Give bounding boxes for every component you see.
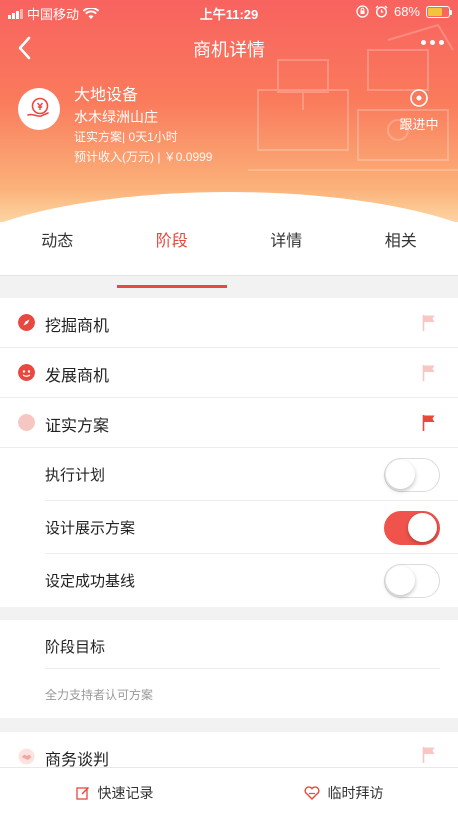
company-subtitle: 水木绿洲山庄: [74, 109, 158, 125]
avatar: [18, 88, 60, 130]
target-icon: [410, 89, 428, 107]
temp-visit-label: 临时拜访: [327, 784, 384, 801]
growth-icon: [18, 364, 35, 381]
task-row: 设计展示方案: [45, 501, 458, 554]
navbar: 商机详情: [0, 28, 458, 68]
more-dots-icon[interactable]: [421, 40, 444, 45]
heart-visit-icon: [304, 785, 319, 800]
tab-related[interactable]: 相关: [344, 222, 458, 275]
orientation-lock-icon: [356, 5, 369, 18]
task-label: 执行计划: [45, 467, 106, 484]
flag-icon: [422, 747, 435, 763]
task-row: 执行计划: [45, 448, 458, 501]
tab-label: 相关: [384, 233, 417, 250]
stage-row-develop[interactable]: 发展商机: [0, 348, 458, 398]
stage-label: 证实方案: [45, 418, 110, 435]
stage-row-explore[interactable]: 挖掘商机: [0, 298, 458, 348]
task-toggle[interactable]: [384, 511, 440, 545]
follow-status-button[interactable]: 跟进中: [398, 88, 440, 133]
tab-activity[interactable]: 动态: [0, 222, 115, 275]
follow-status-label: 跟进中: [399, 117, 439, 132]
task-label: 设计展示方案: [45, 520, 136, 537]
tab-details[interactable]: 详情: [229, 222, 344, 275]
flag-active-icon: [422, 415, 435, 431]
stage-goal: 阶段目标 全力支持者认可方案: [0, 620, 458, 718]
divider: [45, 668, 440, 669]
task-label: 设定成功基线: [45, 573, 136, 590]
task-toggle[interactable]: [384, 458, 440, 492]
tab-bar: 动态 阶段 详情 相关: [0, 222, 458, 288]
tab-stage[interactable]: 阶段: [115, 222, 230, 288]
quick-record-button[interactable]: 快速记录: [0, 768, 229, 817]
goal-title: 阶段目标: [45, 639, 106, 656]
tab-label: 动态: [41, 233, 74, 250]
alarm-icon: [375, 5, 388, 18]
stage-duration: 证实方案| 0天1小时: [74, 130, 178, 144]
flag-icon: [422, 315, 435, 331]
circle-icon: [18, 414, 35, 431]
battery-percent: 68%: [393, 4, 420, 19]
expected-income: 预计收入(万元) | ￥0.0999: [74, 150, 213, 164]
money-hand-icon: [27, 97, 49, 117]
handshake-icon: [18, 748, 35, 765]
battery-icon: [426, 5, 452, 18]
task-row: 设定成功基线: [45, 554, 458, 607]
stage-label: 挖掘商机: [45, 318, 110, 335]
company-name: 大地设备: [74, 87, 139, 104]
compass-icon: [18, 314, 35, 331]
flag-icon: [422, 365, 435, 381]
tab-label: 阶段: [155, 233, 188, 250]
header-curve: [0, 192, 458, 222]
task-toggle[interactable]: [384, 564, 440, 598]
edit-icon: [75, 786, 89, 800]
status-bar: 中国移动 上午11:29 68%: [0, 0, 458, 24]
tab-label: 详情: [270, 233, 303, 250]
temp-visit-button[interactable]: 临时拜访: [229, 768, 458, 817]
stage-row-verify[interactable]: 证实方案: [0, 398, 458, 448]
stage-list: 挖掘商机 发展商机 证实方案 执行计划 设计展示方案 设定成功基线: [0, 298, 458, 607]
goal-description: 全力支持者认可方案: [45, 688, 154, 702]
bottom-action-bar: 快速记录 临时拜访: [0, 767, 458, 817]
stage-label: 发展商机: [45, 368, 110, 385]
page-title: 商机详情: [193, 40, 265, 60]
quick-record-label: 快速记录: [97, 784, 154, 801]
